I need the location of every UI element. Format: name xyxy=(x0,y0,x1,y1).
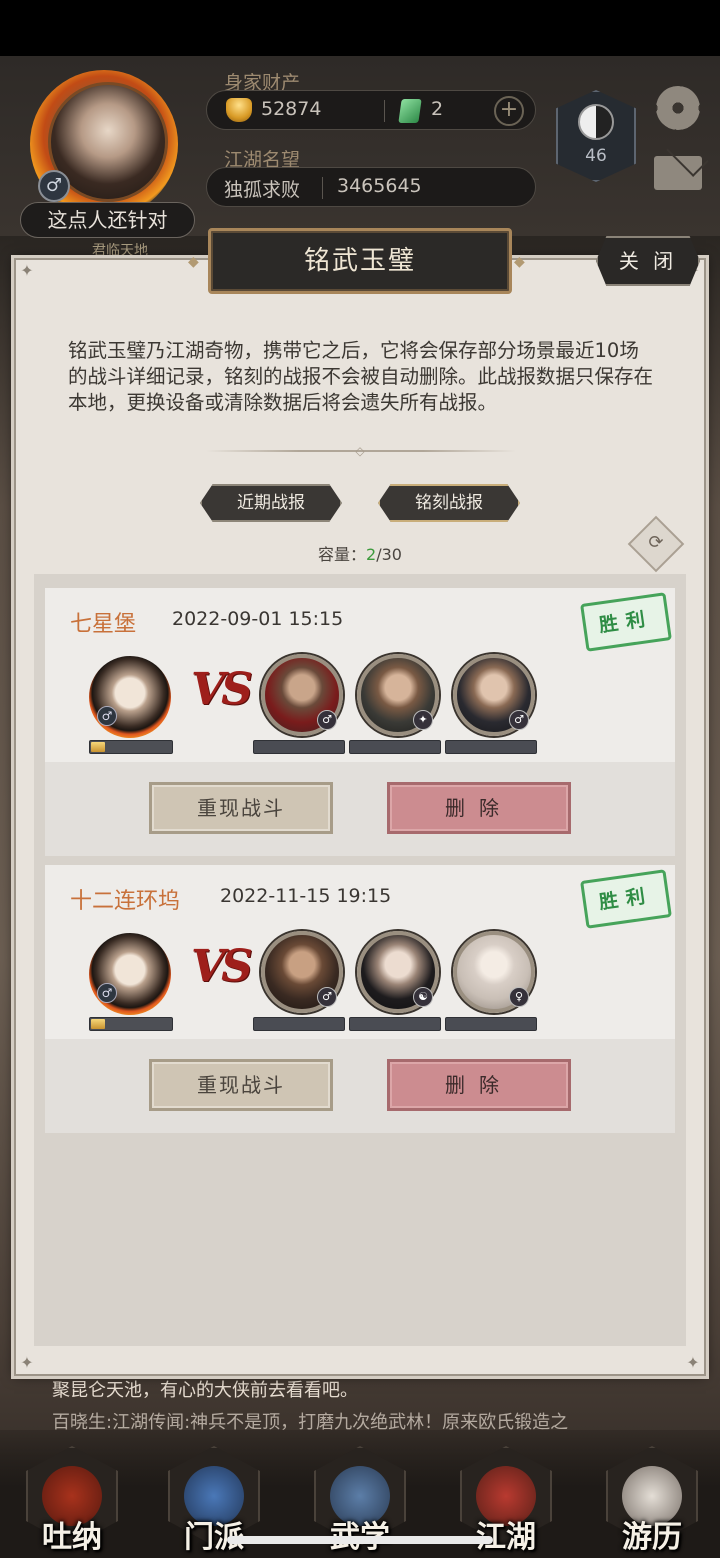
battle-time: 2022-09-01 15:15 xyxy=(172,608,344,630)
status-bar xyxy=(0,0,720,56)
nav-item-meditation[interactable]: 吐纳 xyxy=(20,1446,124,1555)
enemy-class-icon: ✦ xyxy=(413,710,433,730)
enemy-class-icon: ♂ xyxy=(317,987,337,1007)
battle-location: 十二连环坞 xyxy=(70,889,181,914)
hero-progress-fill xyxy=(91,1019,106,1029)
nav-label: 吐纳 xyxy=(42,1520,102,1555)
corner-ornament: ✦ xyxy=(20,261,34,280)
fame-divider xyxy=(322,177,323,199)
delete-record-button[interactable]: 删除 xyxy=(387,1059,571,1111)
capacity-indicator: 容量：2/30 xyxy=(318,541,402,565)
jade-icon xyxy=(398,99,422,123)
gear-icon[interactable] xyxy=(656,86,700,130)
chat-line: 聚昆仑天池，有心的大侠前去看看吧。 xyxy=(52,1380,358,1401)
capacity-total: /30 xyxy=(376,545,402,564)
modal-description: 铭武玉璧乃江湖奇物，携带它之后，它将会保存部分场景最近10场的战斗详细记录，铭刻… xyxy=(68,339,654,414)
refresh-icon: ⟳ xyxy=(648,532,664,553)
enemy-class-icon: ♂ xyxy=(509,710,529,730)
home-indicator[interactable] xyxy=(227,1536,493,1544)
delete-record-button[interactable]: 删除 xyxy=(387,782,571,834)
corner-ornament: ✦ xyxy=(20,1353,34,1372)
fame-value: 3465645 xyxy=(337,175,422,197)
hero-progress-fill xyxy=(91,742,106,752)
nav-label: 武学 xyxy=(308,1512,412,1556)
enemy-health-bar xyxy=(349,1017,441,1031)
nav-item-travel[interactable]: 游历 xyxy=(600,1446,704,1555)
enemy-health-bar xyxy=(253,1017,345,1031)
divider-ornament: ◇ xyxy=(355,444,365,458)
capacity-label: 容量： xyxy=(318,545,367,564)
player-hero-avatar[interactable] xyxy=(89,933,171,1015)
fame-title: 独孤求败 xyxy=(224,179,301,201)
enemy-class-icon: ♂ xyxy=(317,710,337,730)
nav-item-jianghu[interactable]: 江湖 xyxy=(454,1446,558,1555)
replay-battle-button[interactable]: 重现战斗 xyxy=(149,782,333,834)
male-icon: ♂ xyxy=(97,706,117,726)
nav-label: 游历 xyxy=(622,1520,682,1555)
vs-mark: VS xyxy=(191,941,253,992)
yin-yang-icon xyxy=(578,104,614,140)
close-button[interactable]: 关 闭 xyxy=(596,236,700,286)
battle-location: 七星堡 xyxy=(70,612,137,637)
wealth-divider xyxy=(384,100,385,122)
corner-ornament: ✦ xyxy=(686,1353,700,1372)
hero-progress-bar xyxy=(89,740,173,754)
card-actions xyxy=(45,1039,675,1133)
hero-progress-bar xyxy=(89,1017,173,1031)
sect-level: 46 xyxy=(585,146,607,166)
male-icon: ♂ xyxy=(38,170,70,202)
enemy-health-bar xyxy=(445,740,537,754)
wealth-bar xyxy=(206,90,536,130)
player-hero-avatar[interactable] xyxy=(89,656,171,738)
battle-record-card: 七星堡 2022-09-01 15:15 胜利 ♂ VS ♂ ✦ ♂ 重现战斗 … xyxy=(45,588,675,856)
jade-amount: 2 xyxy=(431,98,444,120)
title-ornament: ◆ xyxy=(188,254,199,270)
enemy-class-icon: ☯ xyxy=(413,987,433,1007)
vs-mark: VS xyxy=(191,664,253,715)
enemy-health-bar xyxy=(445,1017,537,1031)
battle-time: 2022-11-15 19:15 xyxy=(220,885,392,907)
gold-ingot-icon xyxy=(226,98,252,122)
nav-label: 江湖 xyxy=(476,1520,536,1555)
title-ornament: ◆ xyxy=(514,254,525,270)
mail-icon[interactable] xyxy=(654,156,702,190)
nav-item-sect[interactable]: 门派 xyxy=(162,1446,266,1555)
card-actions xyxy=(45,762,675,856)
capacity-current: 2 xyxy=(366,545,377,564)
male-icon: ♂ xyxy=(97,983,117,1003)
nav-label: 门派 xyxy=(184,1520,244,1555)
player-name[interactable]: 这点人还针对 xyxy=(20,202,195,238)
replay-battle-button[interactable]: 重现战斗 xyxy=(149,1059,333,1111)
enemy-health-bar xyxy=(253,740,345,754)
modal-title: 铭武玉璧 xyxy=(303,246,416,276)
battle-record-card: 十二连环坞 2022-11-15 19:15 胜利 ♂ VS ♂ ☯ ♀ 重现战… xyxy=(45,865,675,1133)
gold-amount: 52874 xyxy=(261,98,322,120)
tab-recent-reports[interactable]: 近期战报 xyxy=(200,484,342,522)
enemy-class-icon: ♀ xyxy=(509,987,529,1007)
tab-engraved-reports[interactable]: 铭刻战报 xyxy=(378,484,520,522)
nav-item-martial-arts[interactable]: 武学 xyxy=(308,1446,412,1555)
add-currency-button[interactable]: + xyxy=(494,96,524,126)
enemy-health-bar xyxy=(349,740,441,754)
